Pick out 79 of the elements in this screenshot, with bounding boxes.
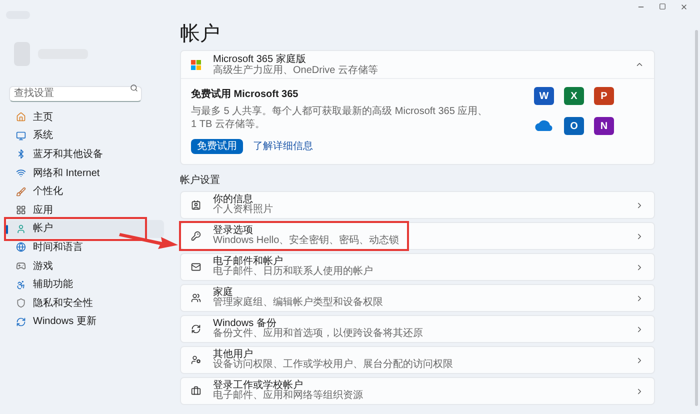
bluetooth-icon: [16, 149, 26, 160]
sidebar-item[interactable]: 应用: [6, 200, 164, 220]
brush-icon: [16, 186, 26, 197]
sidebar-item[interactable]: 帐户: [6, 220, 164, 238]
sync-icon: [191, 324, 201, 334]
chevron-right-icon: [635, 356, 644, 364]
app-tile-icon: N: [594, 117, 614, 135]
monitor-icon: [16, 130, 26, 141]
row-subtitle: 电子邮件、应用和网络等组织资源: [213, 391, 363, 402]
sidebar-item[interactable]: 系统: [6, 126, 164, 146]
key-icon: [191, 231, 201, 241]
card-subtitle: 高级生产力应用、OneDrive 云存储等: [213, 64, 378, 76]
globe-icon: [16, 242, 26, 252]
chevron-right-icon: [635, 294, 644, 302]
four-squares-logo-icon: [191, 60, 201, 70]
chevron-right-icon: [635, 262, 644, 272]
person-icon: [16, 280, 26, 290]
people-icon: [191, 293, 201, 303]
user-icon: [16, 224, 26, 234]
page-title: 帐户: [180, 22, 220, 46]
row-title: 其他用户: [213, 350, 253, 360]
sidebar-item[interactable]: Windows 更新: [6, 312, 164, 332]
chevron-right-icon: [635, 386, 644, 396]
settings-row[interactable]: 电子邮件和帐户 电子邮件、日历和联系人使用的帐户: [180, 253, 655, 281]
sidebar-item[interactable]: 辅助功能: [6, 275, 164, 294]
row-subtitle: 设备访问权限、工作或学校用户、展台分配的访问权限: [213, 360, 453, 370]
contact-card-icon: [191, 200, 201, 210]
app-tile-icon: X: [564, 87, 584, 105]
gamepad-icon: [16, 261, 26, 272]
home-icon: [16, 112, 26, 122]
section-title: 帐户设置: [180, 175, 220, 187]
selection-indicator: [6, 224, 8, 234]
sidebar-item[interactable]: 游戏: [6, 256, 164, 276]
chevron-right-icon: [635, 232, 644, 240]
shield-icon: [16, 298, 26, 308]
search-field[interactable]: 查找设置: [9, 86, 142, 102]
row-title: 电子邮件和帐户: [213, 256, 283, 266]
offer-title: 免费试用 Microsoft 365: [191, 88, 300, 102]
row-title: 登录选项: [213, 226, 254, 236]
collapse-button[interactable]: [635, 60, 644, 69]
briefcase-icon: [191, 386, 201, 396]
maximize-icon[interactable]: [659, 3, 666, 10]
refresh-icon: [16, 316, 26, 327]
sidebar-item[interactable]: 蓝牙和其他设备: [6, 145, 164, 164]
offer-description: 与最多 5 人共享。每个人都可获取最新的高级 Microsoft 365 应用、1 TB 云存储等。: [191, 105, 489, 131]
row-subtitle: 个人资料照片: [213, 205, 273, 216]
row-title: Windows 备份: [213, 318, 276, 328]
settings-row[interactable]: 登录工作或学校帐户 电子邮件、应用和网络等组织资源: [180, 377, 655, 405]
row-title: 你的信息: [213, 194, 253, 204]
row-subtitle: Windows Hello、安全密钥、密码、动态锁: [213, 236, 400, 246]
sidebar-item[interactable]: 时间和语言: [6, 238, 164, 257]
close-icon[interactable]: [680, 3, 688, 11]
app-tile-icon: P: [594, 87, 614, 105]
row-subtitle: 备份文件、应用和首选项，以便跨设备将其还原: [213, 329, 423, 340]
row-subtitle: 管理家庭组、编辑帐户类型和设备权限: [213, 298, 383, 308]
chevron-right-icon: [635, 324, 644, 334]
free-trial-button[interactable]: 免费试用: [191, 139, 243, 154]
settings-row[interactable]: 家庭 管理家庭组、编辑帐户类型和设备权限: [180, 284, 655, 312]
row-title: 家庭: [213, 288, 233, 298]
sidebar-item[interactable]: 隐私和安全性: [6, 294, 164, 313]
app-tile-icon: O: [564, 117, 584, 135]
sidebar-item[interactable]: 网络和 Internet: [6, 164, 164, 182]
sidebar-item[interactable]: 个性化: [6, 182, 164, 201]
sidebar-item[interactable]: 主页: [6, 108, 164, 127]
search-icon: [130, 84, 138, 92]
scrollbar[interactable]: [695, 30, 698, 406]
apps-grid-icon: [16, 205, 26, 216]
card-title: Microsoft 365 家庭版: [213, 54, 307, 64]
settings-row[interactable]: 你的信息 个人资料照片: [180, 191, 655, 219]
learn-more-link[interactable]: 了解详细信息: [253, 139, 313, 154]
settings-row[interactable]: 其他用户 设备访问权限、工作或学校用户、展台分配的访问权限: [180, 346, 655, 374]
row-subtitle: 电子邮件、日历和联系人使用的帐户: [213, 267, 373, 278]
user-gear-icon: [191, 355, 201, 365]
settings-row[interactable]: Windows 备份 备份文件、应用和首选项，以便跨设备将其还原: [180, 315, 655, 343]
settings-row[interactable]: 登录选项 Windows Hello、安全密钥、密码、动态锁: [180, 222, 655, 250]
app-tile-icon: W: [534, 87, 554, 105]
row-title: 登录工作或学校帐户: [213, 380, 303, 390]
chevron-right-icon: [635, 200, 644, 210]
mail-icon: [191, 262, 201, 272]
